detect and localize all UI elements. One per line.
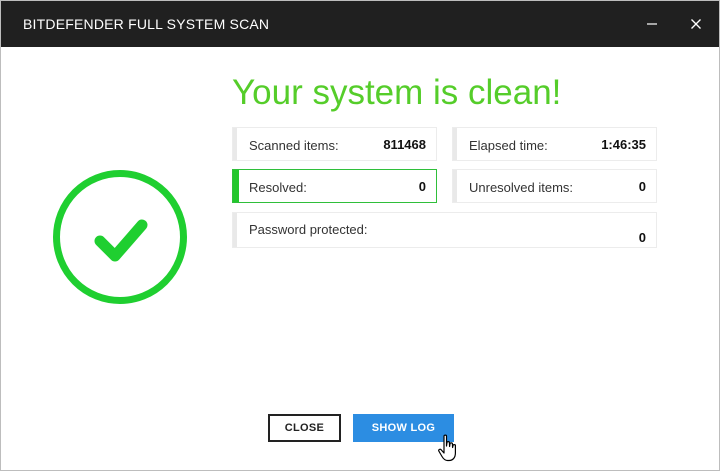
stat-label: Scanned items: [249, 138, 339, 153]
stat-value: 811468 [383, 137, 426, 152]
minimize-icon [647, 23, 657, 25]
stat-scanned-items: Scanned items: 811468 [232, 127, 437, 161]
checkmark-circle-icon [53, 170, 187, 304]
stat-resolved: Resolved: 0 [232, 169, 437, 203]
stat-value: 0 [638, 230, 646, 245]
stat-password-protected: Password protected: 0 [232, 212, 657, 248]
result-headline: Your system is clean! [232, 73, 562, 112]
minimize-button[interactable] [638, 10, 666, 38]
stat-label: Resolved: [249, 180, 307, 195]
stat-elapsed-time: Elapsed time: 1:46:35 [452, 127, 657, 161]
stat-value: 1:46:35 [601, 137, 646, 152]
scan-results-window: BITDEFENDER FULL SYSTEM SCAN Your system… [0, 0, 720, 471]
stat-label: Unresolved items: [469, 180, 574, 195]
stat-value: 0 [638, 179, 646, 194]
stat-unresolved-items: Unresolved items: 0 [452, 169, 657, 203]
close-icon [691, 19, 701, 29]
close-button[interactable]: CLOSE [268, 414, 341, 442]
close-window-button[interactable] [682, 10, 710, 38]
title-bar: BITDEFENDER FULL SYSTEM SCAN [1, 1, 719, 47]
stat-label: Password protected: [249, 222, 368, 237]
hand-cursor-icon [438, 434, 456, 462]
stat-value: 0 [418, 179, 426, 194]
window-title: BITDEFENDER FULL SYSTEM SCAN [23, 16, 270, 32]
stat-label: Elapsed time: [469, 138, 548, 153]
